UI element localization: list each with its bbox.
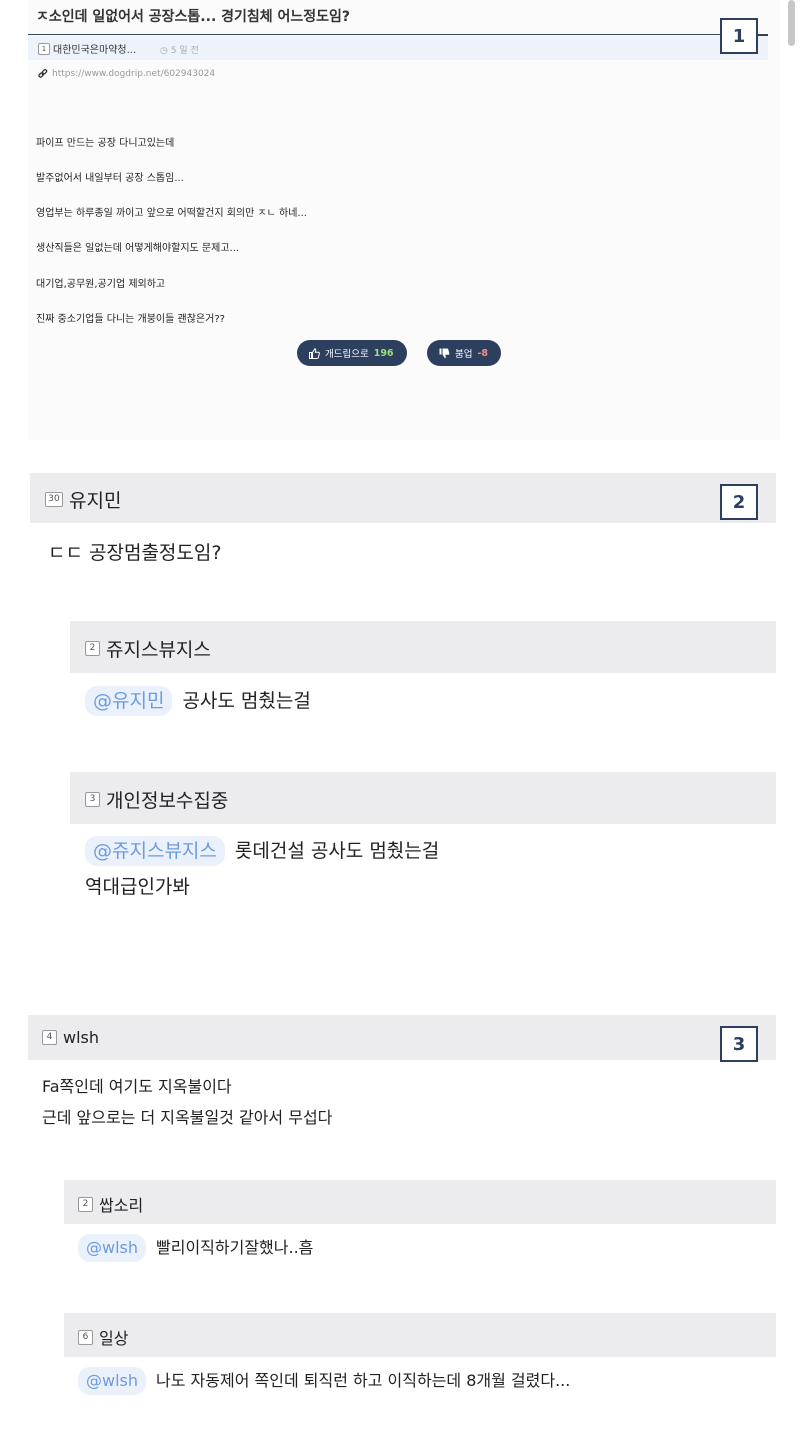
post-body-line: 영업부는 하루종일 까이고 앞으로 어떡할건지 회의만 ㅈㄴ 하네... <box>36 208 307 219</box>
level-badge-icon: 6 <box>78 1329 93 1345</box>
clock-icon: ◷ <box>160 46 168 56</box>
downvote-button[interactable]: 붐업 -8 <box>427 340 501 366</box>
thumbs-down-icon <box>439 348 450 358</box>
reply-author-name: 쌉소리 <box>99 1196 144 1215</box>
reply-header <box>64 1180 776 1224</box>
reply-text-content: 공사도 멈췄는걸 <box>182 690 311 712</box>
comment-text: Fa쪽인데 여기도 지옥불이다 <box>42 1077 232 1096</box>
mention-link[interactable]: @wlsh <box>78 1234 147 1262</box>
annotation-marker-1: 1 <box>720 18 758 54</box>
comment-author-name: wlsh <box>63 1028 100 1047</box>
annotation-tick <box>758 35 768 36</box>
reply-text: @쥬지스뷰지스 롯데건설 공사도 멈췄는걸 <box>85 836 439 866</box>
reply-text-content: 롯데건설 공사도 멈췄는걸 <box>234 840 440 862</box>
post-body-line: 발주없어서 내일부터 공장 스톱임... <box>36 173 184 184</box>
thumbs-up-icon <box>309 347 320 359</box>
mention-link[interactable]: @유지민 <box>85 686 173 716</box>
level-badge-icon: 4 <box>42 1030 57 1045</box>
level-badge-icon: 30 <box>45 492 63 507</box>
reply-author[interactable]: 3 개인정보수집중 <box>85 786 228 813</box>
level-badge-icon: 2 <box>85 641 100 656</box>
scrollbar-thumb[interactable] <box>788 0 795 46</box>
comment-author[interactable]: 30 유지민 <box>45 486 121 513</box>
reply-text: @wlsh 나도 자동제어 쪽인데 퇴직런 하고 이직하는데 8개월 걸렸다... <box>78 1367 570 1395</box>
comment-text: ㄷㄷ 공장멈출정도임? <box>48 542 222 564</box>
reply-author-name: 개인정보수집중 <box>106 790 229 812</box>
post-body-line: 대기업,공무원,공기업 제외하고 <box>36 279 166 290</box>
reply-text: @유지민 공사도 멈췄는걸 <box>85 686 311 716</box>
reply-author[interactable]: 6 일상 <box>78 1325 128 1349</box>
mention-link[interactable]: @wlsh <box>78 1367 147 1395</box>
comment-header <box>30 473 776 523</box>
reply-author[interactable]: 2 쥬지스뷰지스 <box>85 635 211 662</box>
post-title: ㅈ소인데 일없어서 공장스톱... 경기침체 어느정도임? <box>36 9 351 25</box>
annotation-marker-2: 2 <box>720 484 758 520</box>
reply-text-content: 나도 자동제어 쪽인데 퇴직런 하고 이직하는데 8개월 걸렸다... <box>156 1371 571 1390</box>
title-divider <box>28 34 768 35</box>
post-container <box>28 0 780 440</box>
mention-link[interactable]: @쥬지스뷰지스 <box>85 836 225 866</box>
comment-text-line: 근데 앞으로는 더 지옥불일것 같아서 무섭다 <box>42 1108 333 1127</box>
reply-header <box>64 1313 776 1357</box>
comment-author-name: 유지민 <box>69 490 122 512</box>
downvote-count: -8 <box>477 347 489 359</box>
reply-text-line: 역대급인가봐 <box>85 876 190 898</box>
comment-header <box>28 1015 776 1060</box>
level-badge-icon: 3 <box>85 792 100 807</box>
post-body-line: 파이프 만드는 공장 다니고있는데 <box>36 138 175 149</box>
level-badge-icon: 1 <box>38 42 50 55</box>
annotation-marker-3: 3 <box>720 1026 758 1062</box>
post-url[interactable]: https://www.dogdrip.net/602943024 <box>38 69 215 79</box>
reply-text: @wlsh 빨리이직하기잘했나..흠 <box>78 1234 313 1262</box>
link-icon <box>38 69 48 78</box>
post-time-text: 5 일 전 <box>170 46 199 56</box>
post-url-text: https://www.dogdrip.net/602943024 <box>52 69 216 79</box>
level-badge-icon: 2 <box>78 1196 93 1212</box>
upvote-count: 196 <box>373 347 394 359</box>
post-body-line: 생산직들은 일없는데 어떻게해야할지도 문제고... <box>36 243 240 254</box>
post-body-line: 진짜 중소기업들 다니는 개붕이들 괜찮은거?? <box>36 314 225 325</box>
reply-author[interactable]: 2 쌉소리 <box>78 1192 143 1216</box>
comment-author[interactable]: 4 wlsh <box>42 1028 99 1047</box>
reply-author-name: 쥬지스뷰지스 <box>106 639 211 661</box>
upvote-button[interactable]: 개드립으로 196 <box>297 340 407 366</box>
post-author[interactable]: 1 대한민국은마약청... <box>38 41 136 56</box>
post-author-row <box>28 36 768 60</box>
post-time: ◷ 5 일 전 <box>160 43 199 56</box>
reply-author-name: 일상 <box>99 1329 129 1348</box>
upvote-label: 개드립으로 <box>325 349 369 360</box>
post-author-name: 대한민국은마약청... <box>53 45 137 56</box>
downvote-label: 붐업 <box>455 349 473 360</box>
reply-text-content: 빨리이직하기잘했나..흠 <box>156 1238 314 1257</box>
